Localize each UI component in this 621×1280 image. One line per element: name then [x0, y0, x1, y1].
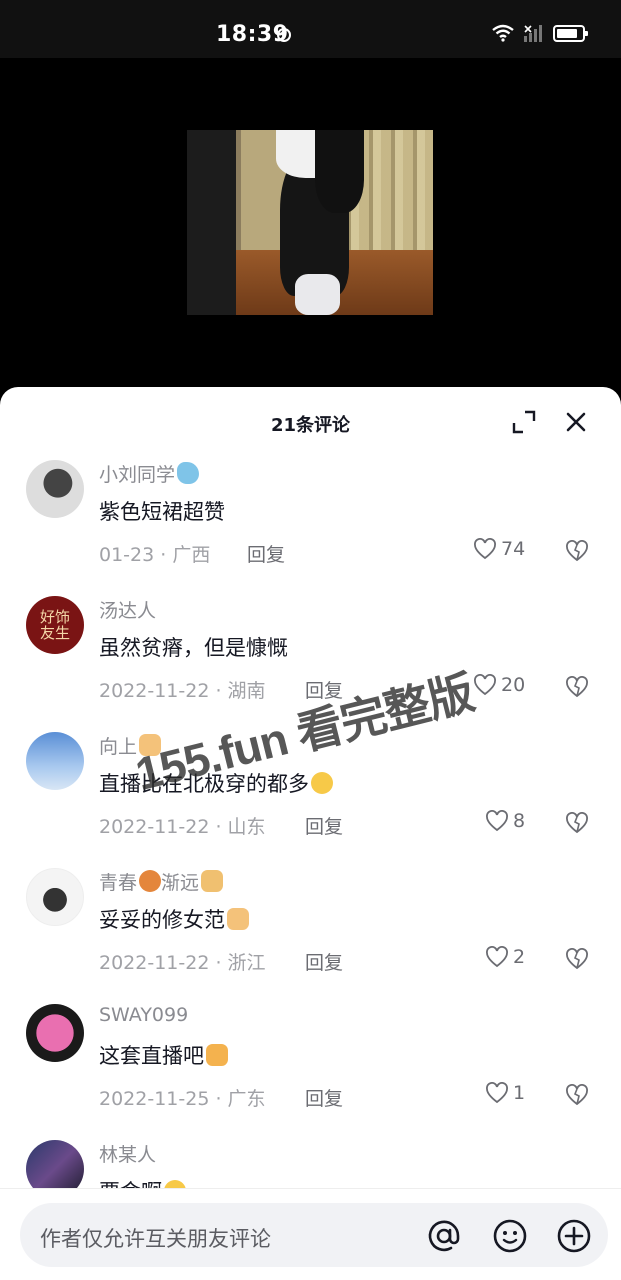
avatar[interactable]	[26, 460, 84, 518]
heart-icon	[486, 1082, 508, 1104]
avatar[interactable]	[26, 1004, 84, 1062]
reply-button[interactable]: 回复	[305, 812, 343, 839]
comment-username[interactable]: 汤达人	[99, 596, 156, 623]
comment-meta: 2022-11-22 · 浙江	[99, 952, 266, 974]
reply-button[interactable]: 回复	[305, 676, 343, 703]
comment-input[interactable]: 作者仅允许互关朋友评论	[20, 1203, 608, 1267]
comment-text: 紫色短裙超赞	[99, 500, 225, 524]
comment-text: 直播比在北极穿的都多	[99, 768, 333, 798]
comment-username[interactable]: 青春 渐远	[99, 868, 224, 895]
comment-username[interactable]: 向上	[99, 732, 162, 759]
like-button[interactable]: 8	[485, 810, 525, 832]
comment-item: 向上 直播比在北极穿的都多 2022-11-22 · 山东 回复 8	[0, 732, 621, 868]
comment-sheet: 21条评论 小刘同学 紫色短裙超赞 01-23 · 广西 回复 74 好饰友生 …	[0, 387, 621, 1280]
video-thumbnail	[187, 130, 433, 315]
like-count: 2	[513, 946, 526, 968]
broken-heart-icon[interactable]	[565, 1084, 589, 1106]
comment-item: SWAY099 这套直播吧 2022-11-25 · 广东 回复 1	[0, 1004, 621, 1140]
comment-meta: 2022-11-22 · 湖南	[99, 680, 266, 702]
location-icon	[277, 28, 291, 42]
comment-meta: 01-23 · 广西	[99, 544, 211, 566]
video-area[interactable]	[0, 58, 621, 398]
like-count: 8	[513, 810, 526, 832]
input-placeholder: 作者仅允许互关朋友评论	[40, 1227, 271, 1251]
heart-icon	[474, 538, 496, 560]
reply-button[interactable]: 回复	[305, 948, 343, 975]
broken-heart-icon[interactable]	[565, 676, 589, 698]
comment-text: 妥妥的修女范	[99, 904, 249, 934]
close-icon[interactable]	[563, 409, 589, 435]
comment-username[interactable]: 林某人	[99, 1140, 156, 1167]
wifi-icon	[492, 24, 514, 42]
reply-button[interactable]: 回复	[305, 1084, 343, 1111]
praying-hands-emoji-icon	[206, 1044, 228, 1066]
sheet-header: 21条评论	[0, 387, 621, 459]
expand-icon[interactable]	[511, 409, 537, 435]
comment-meta: 2022-11-25 · 广东	[99, 1088, 266, 1110]
comment-input-bar: 作者仅允许互关朋友评论	[0, 1188, 621, 1280]
crying-emoji-icon	[311, 772, 333, 794]
like-button[interactable]: 1	[485, 1082, 525, 1104]
comment-item: 小刘同学 紫色短裙超赞 01-23 · 广西 回复 74	[0, 460, 621, 596]
rowing-emoji-icon	[201, 870, 224, 892]
broken-heart-icon[interactable]	[565, 540, 589, 562]
reply-button[interactable]: 回复	[247, 540, 285, 567]
dolphin-emoji-icon	[177, 462, 200, 484]
avatar[interactable]	[26, 868, 84, 926]
broken-heart-icon[interactable]	[565, 948, 589, 970]
signal-icon	[524, 25, 542, 42]
comment-text: 这套直播吧	[99, 1040, 228, 1070]
broken-heart-icon[interactable]	[565, 812, 589, 834]
comment-username[interactable]: SWAY099	[99, 1004, 188, 1026]
like-button[interactable]: 74	[473, 538, 525, 560]
comment-text: 虽然贫瘠，但是慷慨	[99, 636, 288, 660]
mention-icon[interactable]	[426, 1218, 462, 1254]
like-count: 74	[501, 538, 526, 560]
basketball-emoji-icon	[139, 870, 162, 892]
pointing-up-emoji-icon	[139, 734, 162, 756]
heart-icon	[474, 674, 496, 696]
avatar[interactable]: 好饰友生	[26, 596, 84, 654]
fingers-heart-emoji-icon	[227, 908, 249, 930]
comment-meta: 2022-11-22 · 山东	[99, 816, 266, 838]
like-button[interactable]: 20	[473, 674, 525, 696]
emoji-icon[interactable]	[492, 1218, 528, 1254]
like-count: 1	[513, 1082, 526, 1104]
battery-icon	[553, 24, 588, 42]
like-button[interactable]: 2	[485, 946, 525, 968]
comment-username[interactable]: 小刘同学	[99, 460, 200, 487]
like-count: 20	[501, 674, 526, 696]
status-icons	[491, 24, 588, 42]
avatar[interactable]	[26, 732, 84, 790]
heart-icon	[486, 810, 508, 832]
heart-icon	[486, 946, 508, 968]
comment-item: 青春 渐远 妥妥的修女范 2022-11-22 · 浙江 回复 2	[0, 868, 621, 1004]
add-icon[interactable]	[556, 1218, 592, 1254]
comment-item: 好饰友生 汤达人 虽然贫瘠，但是慷慨 2022-11-22 · 湖南 回复 20	[0, 596, 621, 732]
